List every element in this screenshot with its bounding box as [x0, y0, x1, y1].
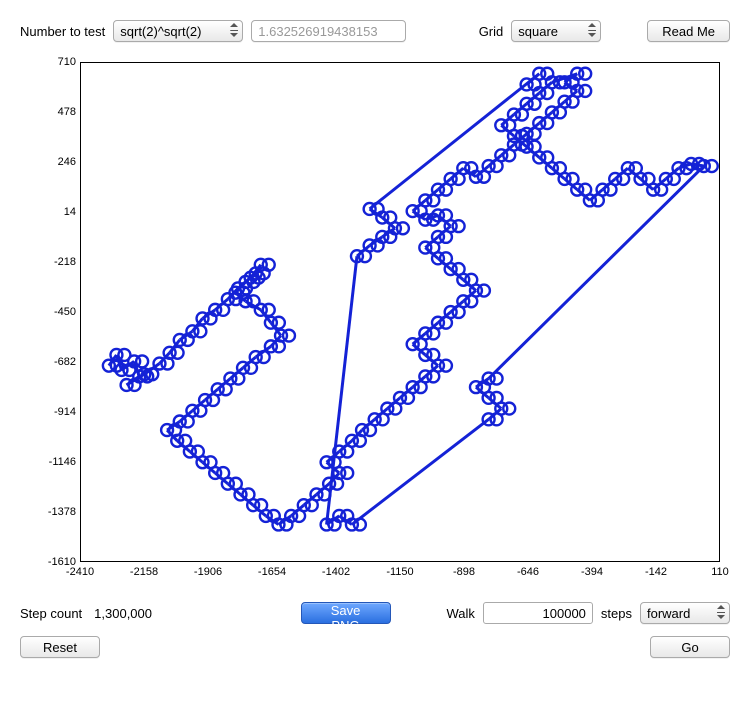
go-button[interactable]: Go — [650, 636, 730, 658]
x-tick-label: -1150 — [386, 566, 413, 578]
save-png-button[interactable]: Save PNG — [301, 602, 391, 624]
y-tick-label: 710 — [20, 56, 76, 68]
step-count-value: 1,300,000 — [94, 606, 152, 621]
x-tick-label: -1402 — [322, 566, 350, 578]
number-select[interactable]: sqrt(2)^sqrt(2) — [113, 20, 243, 42]
readme-button[interactable]: Read Me — [647, 20, 730, 42]
x-tick-label: -2158 — [130, 566, 158, 578]
y-tick-label: 246 — [20, 156, 76, 168]
y-tick-label: -1378 — [20, 506, 76, 518]
plot-frame: -1610-1378-1146-914-682-450-218142464787… — [20, 52, 732, 592]
grid-label: Grid — [479, 24, 504, 39]
y-tick-label: -914 — [20, 406, 76, 418]
top-toolbar: Number to test sqrt(2)^sqrt(2) Grid squa… — [20, 20, 730, 42]
walk-label: Walk — [447, 606, 475, 621]
bottom-toolbar-2: Reset Go — [20, 636, 730, 658]
grid-select[interactable]: square — [511, 20, 601, 42]
walk-plot — [81, 63, 719, 561]
x-tick-label: -2410 — [66, 566, 94, 578]
x-tick-label: -142 — [645, 566, 667, 578]
x-tick-label: -898 — [453, 566, 475, 578]
x-tick-label: -646 — [517, 566, 539, 578]
steps-label: steps — [601, 606, 632, 621]
x-tick-label: -1654 — [258, 566, 286, 578]
y-tick-label: -682 — [20, 356, 76, 368]
step-count-label: Step count — [20, 606, 82, 621]
number-to-test-label: Number to test — [20, 24, 105, 39]
number-value-field — [251, 20, 406, 42]
y-tick-label: -1146 — [20, 456, 76, 468]
y-tick-label: 14 — [20, 206, 76, 218]
plot-area — [80, 62, 720, 562]
reset-button[interactable]: Reset — [20, 636, 100, 658]
x-tick-label: -1906 — [194, 566, 222, 578]
y-tick-label: -450 — [20, 306, 76, 318]
y-tick-label: 478 — [20, 106, 76, 118]
x-tick-label: 110 — [711, 566, 729, 578]
x-tick-label: -394 — [581, 566, 603, 578]
y-tick-label: -218 — [20, 256, 76, 268]
walk-steps-input[interactable] — [483, 602, 593, 624]
bottom-toolbar: Step count 1,300,000 Save PNG Walk steps… — [20, 602, 730, 624]
direction-select[interactable]: forward — [640, 602, 730, 624]
